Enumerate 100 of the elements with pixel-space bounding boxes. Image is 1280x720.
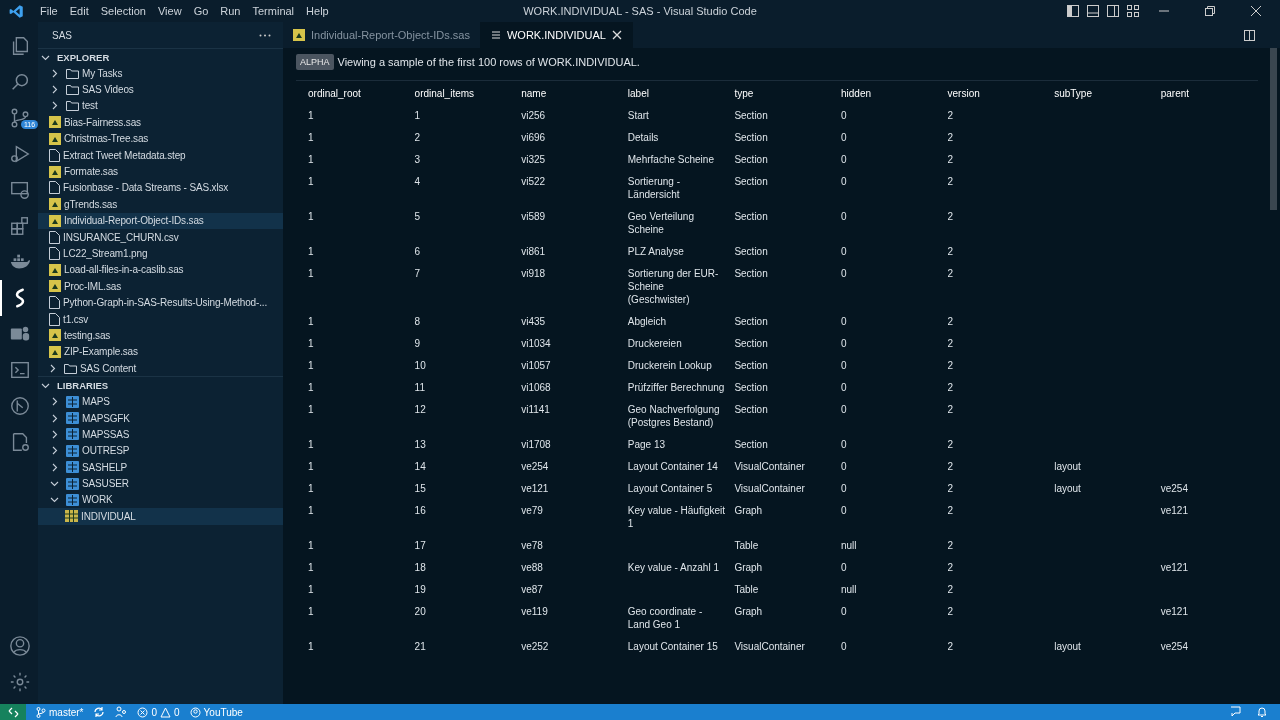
table-cell: 2 [947,562,954,573]
column-header[interactable]: hidden [834,83,942,105]
tree-item[interactable]: Christmas-Tree.sas [38,130,283,147]
menu-item[interactable]: Edit [63,5,95,17]
menu-item[interactable]: Help [300,5,335,17]
branch-button[interactable]: master* [36,706,84,718]
tree-item[interactable]: MAPS [38,393,283,410]
close-icon[interactable] [611,30,622,40]
table-cell: Section [734,176,768,187]
column-header[interactable]: ordinal_items [408,83,516,105]
tree-item[interactable]: Formate.sas [38,163,283,180]
tree-item[interactable]: testing.sas [38,327,283,344]
table-cell: ve254 [521,461,549,472]
run-debug-icon[interactable] [9,143,31,165]
tree-item[interactable]: SASHELP [38,459,283,476]
tree-item[interactable]: Proc-IML.sas [38,278,283,295]
tree-item[interactable]: INDIVIDUAL [38,508,283,525]
people-icon[interactable] [115,706,128,718]
table-cell: 19 [414,584,426,595]
tree-item[interactable]: Extract Tweet Metadata.step [38,146,283,164]
column-header[interactable]: name [515,83,622,105]
tree-item[interactable]: Load-all-files-in-a-caslib.sas [38,261,283,279]
sidebar-toggle-icon[interactable] [1066,4,1080,18]
table-cell: Section [734,268,768,279]
menu-item[interactable]: View [151,5,188,17]
tree-item[interactable]: Fusionbase - Data Streams - SAS.xlsx [38,179,283,197]
restore-icon[interactable] [1204,5,1216,17]
tree-item[interactable]: Bias-Fairness.sas [38,114,283,131]
terminal-icon[interactable] [9,359,31,381]
section-header[interactable]: LIBRARIES [38,376,283,394]
tree-item[interactable]: Individual-Report-Object-IDs.sas [38,212,283,229]
split-editor-icon[interactable] [1243,28,1256,42]
close-icon[interactable] [1250,5,1262,17]
tree-item[interactable]: MAPSSAS [38,426,283,443]
problems-button[interactable]: 0 0 [137,706,180,718]
split-layout-icon[interactable] [1106,4,1120,18]
tree-item[interactable]: LC22_Stream1.png [38,245,283,262]
panel-toggle-icon[interactable] [1086,4,1100,18]
more-actions-icon[interactable] [259,33,271,37]
menu-item[interactable]: File [34,5,64,17]
tree-item[interactable]: SASUSER [38,475,283,492]
table-cell: Druckerein Lookup [627,360,712,371]
chevron-right-icon[interactable] [48,363,57,373]
feedback-icon[interactable] [1230,706,1242,718]
section-header[interactable]: EXPLORER [38,48,283,65]
menu-item[interactable]: Selection [94,5,152,17]
menu-item[interactable]: Go [187,5,215,17]
tree-item[interactable]: t1.csv [38,310,283,328]
tree-item[interactable]: MAPSGFK [38,409,283,427]
table-cell: 0 [840,360,847,371]
table-cell: Section [734,316,768,327]
tree-item[interactable]: test [38,97,283,115]
extensions-icon[interactable] [9,215,31,237]
search-icon[interactable] [9,71,31,93]
git-graph-icon[interactable] [9,395,31,417]
menu-item[interactable]: Terminal [246,5,301,17]
column-header[interactable]: version [941,83,1049,105]
column-header[interactable]: ordinal_root [302,83,409,105]
scrollbar[interactable] [1270,48,1277,210]
column-header[interactable]: label [621,83,729,105]
monitor-icon[interactable] [9,179,31,201]
tree-item[interactable]: OUTRESP [38,442,283,459]
tree-item[interactable]: WORK [38,491,283,509]
settings-icon[interactable] [9,671,31,693]
bell-icon[interactable] [1256,706,1268,718]
tree-item[interactable]: My Tasks [38,65,283,82]
table-cell: 12 [414,404,426,415]
table-cell: Prüfziffer Berechnung [627,382,725,393]
table-cell: Section [734,338,768,349]
table-cell: Sortierung der EUR-Scheine (Geschwister) [627,268,719,305]
column-header[interactable]: parent [1154,83,1262,105]
remote-button[interactable] [0,704,26,720]
table-cell: 0 [840,268,847,279]
table-cell: Section [734,404,768,415]
tree-item[interactable]: gTrends.sas [38,196,283,213]
table-cell: 0 [840,505,847,516]
column-header[interactable]: type [728,83,835,105]
alpha-badge: ALPHA [296,54,334,70]
table-cell: 9 [414,338,421,349]
tree-item[interactable]: SAS Videos [38,81,283,98]
table-cell: layout [1054,641,1081,652]
tree-item[interactable]: INSURANCE_CHURN.csv [38,228,283,246]
account-icon[interactable] [9,635,31,657]
editor-tab[interactable]: WORK.INDIVIDUAL [480,22,633,48]
table-cell: 1 [308,246,314,257]
table-cell: vi1141 [521,404,550,415]
sync-icon[interactable] [93,706,106,718]
tree-item[interactable]: Python-Graph-in-SAS-Results-Using-Method-... [38,294,283,311]
table-cell: 1 [308,316,314,327]
column-header[interactable]: subType [1048,83,1155,105]
table-cell: 2 [947,268,954,279]
layout-grid-icon[interactable] [1126,4,1140,18]
account-button[interactable]: YouTube [189,706,243,718]
tree-item[interactable]: ZIP-Example.sas [38,343,283,361]
table-cell: Page 13 [627,439,666,450]
library-icon [66,477,79,490]
account-icon [189,706,201,718]
tree-item[interactable]: SAS Content [38,360,283,377]
menu-item[interactable]: Run [214,5,247,17]
table-cell: 1 [308,641,314,652]
